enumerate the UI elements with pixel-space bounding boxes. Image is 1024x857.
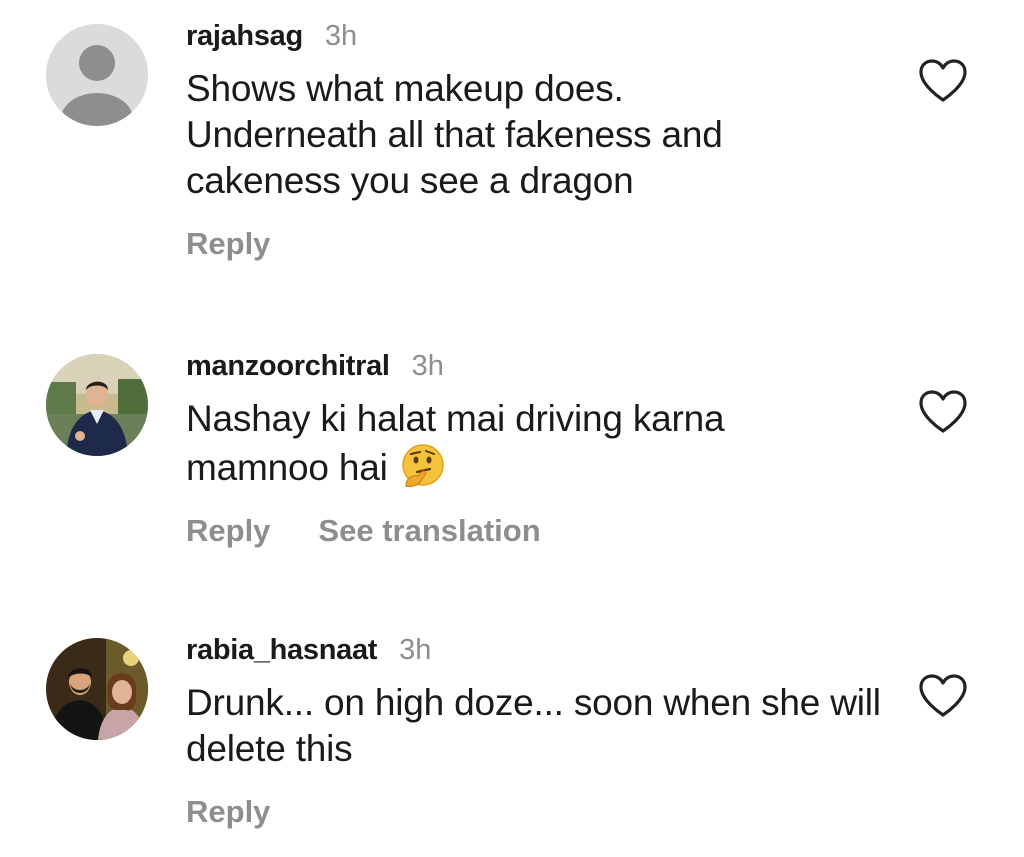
comment-time: 3h	[324, 20, 358, 52]
comment-meta: rajahsag 3h	[186, 20, 886, 60]
comment-text-wrapper: Nashay ki halat mai driving karna mamnoo…	[186, 396, 826, 491]
heart-outline-icon[interactable]	[918, 673, 968, 719]
thinking-face-icon	[400, 442, 446, 488]
comment-username[interactable]: rajahsag	[186, 20, 303, 53]
comment-text: Drunk... on high doze... soon when she w…	[186, 682, 881, 769]
comment-text: Shows what makeup does. Underneath all t…	[186, 68, 723, 201]
heart-outline-icon[interactable]	[918, 389, 968, 435]
comment-meta: rabia_hasnaat 3h	[186, 634, 886, 674]
comment-actions: Reply	[186, 226, 886, 262]
comment-actions: Reply See translation	[186, 513, 886, 549]
reply-button[interactable]: Reply	[186, 513, 270, 549]
comment-username[interactable]: rabia_hasnaat	[186, 634, 377, 667]
profile-photo-couple	[46, 638, 148, 740]
comment-body: rajahsag 3h Shows what makeup does. Unde…	[186, 20, 886, 262]
comment-meta: manzoorchitral 3h	[186, 350, 886, 390]
comment-actions: Reply	[186, 794, 886, 830]
see-translation-button[interactable]: See translation	[318, 513, 540, 549]
default-avatar-icon	[46, 24, 148, 126]
comment-time: 3h	[399, 634, 432, 666]
comment-text: Nashay ki halat mai driving karna mamnoo…	[186, 398, 725, 488]
heart-outline-icon[interactable]	[918, 58, 968, 104]
reply-button[interactable]: Reply	[186, 226, 270, 262]
comment-username[interactable]: manzoorchitral	[186, 350, 390, 383]
avatar-photo[interactable]	[46, 354, 148, 456]
profile-photo-man-in-suit	[46, 354, 148, 456]
comment-body: manzoorchitral 3h Nashay ki halat mai dr…	[186, 350, 886, 549]
avatar-photo[interactable]	[46, 638, 148, 740]
comment-body: rabia_hasnaat 3h Drunk... on high doze..…	[186, 634, 886, 830]
comment-time: 3h	[411, 350, 444, 382]
reply-button[interactable]: Reply	[186, 794, 270, 830]
avatar-default[interactable]	[46, 24, 148, 126]
